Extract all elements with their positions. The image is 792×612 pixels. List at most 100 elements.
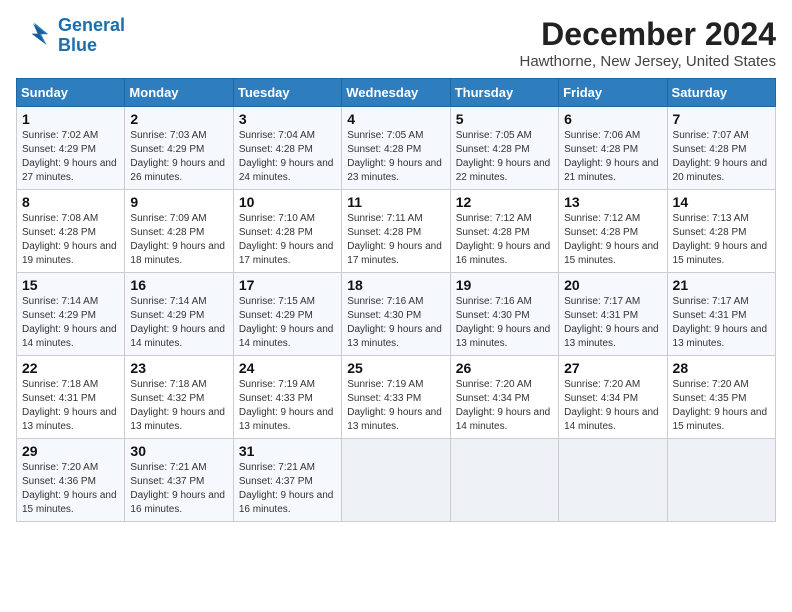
day-info: Sunrise: 7:18 AM Sunset: 4:32 PM Dayligh… [130, 378, 227, 434]
day-info: Sunrise: 7:11 AM Sunset: 4:28 PM Dayligh… [347, 212, 444, 268]
logo: General Blue [16, 16, 125, 56]
day-info: Sunrise: 7:21 AM Sunset: 4:37 PM Dayligh… [239, 461, 336, 517]
calendar-week-row: 22 Sunrise: 7:18 AM Sunset: 4:31 PM Dayl… [17, 356, 776, 439]
day-info: Sunrise: 7:21 AM Sunset: 4:37 PM Dayligh… [130, 461, 227, 517]
day-number: 1 [22, 111, 119, 127]
calendar-day-cell: 9 Sunrise: 7:09 AM Sunset: 4:28 PM Dayli… [125, 190, 233, 273]
day-number: 13 [564, 194, 661, 210]
calendar-day-cell: 23 Sunrise: 7:18 AM Sunset: 4:32 PM Dayl… [125, 356, 233, 439]
day-info: Sunrise: 7:14 AM Sunset: 4:29 PM Dayligh… [22, 295, 119, 351]
day-number: 29 [22, 443, 119, 459]
day-info: Sunrise: 7:20 AM Sunset: 4:36 PM Dayligh… [22, 461, 119, 517]
calendar-day-cell: 12 Sunrise: 7:12 AM Sunset: 4:28 PM Dayl… [450, 190, 558, 273]
day-number: 24 [239, 360, 336, 376]
calendar-day-cell: 5 Sunrise: 7:05 AM Sunset: 4:28 PM Dayli… [450, 107, 558, 190]
logo-line1: General [58, 15, 125, 35]
day-number: 19 [456, 277, 553, 293]
day-number: 7 [673, 111, 770, 127]
calendar-week-row: 1 Sunrise: 7:02 AM Sunset: 4:29 PM Dayli… [17, 107, 776, 190]
calendar-day-cell: 31 Sunrise: 7:21 AM Sunset: 4:37 PM Dayl… [233, 439, 341, 522]
day-info: Sunrise: 7:20 AM Sunset: 4:34 PM Dayligh… [456, 378, 553, 434]
day-number: 20 [564, 277, 661, 293]
subtitle: Hawthorne, New Jersey, United States [519, 53, 776, 70]
day-info: Sunrise: 7:20 AM Sunset: 4:34 PM Dayligh… [564, 378, 661, 434]
day-number: 27 [564, 360, 661, 376]
day-info: Sunrise: 7:19 AM Sunset: 4:33 PM Dayligh… [239, 378, 336, 434]
calendar-day-cell: 20 Sunrise: 7:17 AM Sunset: 4:31 PM Dayl… [559, 273, 667, 356]
day-of-week-header: Saturday [667, 79, 775, 107]
calendar-table: SundayMondayTuesdayWednesdayThursdayFrid… [16, 78, 776, 522]
logo-icon [16, 18, 52, 54]
calendar-day-cell: 26 Sunrise: 7:20 AM Sunset: 4:34 PM Dayl… [450, 356, 558, 439]
main-title: December 2024 [519, 16, 776, 53]
calendar-header-row: SundayMondayTuesdayWednesdayThursdayFrid… [17, 79, 776, 107]
calendar-day-cell: 16 Sunrise: 7:14 AM Sunset: 4:29 PM Dayl… [125, 273, 233, 356]
day-number: 15 [22, 277, 119, 293]
day-info: Sunrise: 7:04 AM Sunset: 4:28 PM Dayligh… [239, 129, 336, 185]
day-number: 2 [130, 111, 227, 127]
day-info: Sunrise: 7:02 AM Sunset: 4:29 PM Dayligh… [22, 129, 119, 185]
calendar-day-cell: 28 Sunrise: 7:20 AM Sunset: 4:35 PM Dayl… [667, 356, 775, 439]
day-number: 28 [673, 360, 770, 376]
calendar-day-cell: 11 Sunrise: 7:11 AM Sunset: 4:28 PM Dayl… [342, 190, 450, 273]
day-number: 10 [239, 194, 336, 210]
calendar-day-cell: 29 Sunrise: 7:20 AM Sunset: 4:36 PM Dayl… [17, 439, 125, 522]
calendar-day-cell: 13 Sunrise: 7:12 AM Sunset: 4:28 PM Dayl… [559, 190, 667, 273]
day-info: Sunrise: 7:12 AM Sunset: 4:28 PM Dayligh… [456, 212, 553, 268]
day-info: Sunrise: 7:18 AM Sunset: 4:31 PM Dayligh… [22, 378, 119, 434]
day-info: Sunrise: 7:16 AM Sunset: 4:30 PM Dayligh… [347, 295, 444, 351]
day-info: Sunrise: 7:16 AM Sunset: 4:30 PM Dayligh… [456, 295, 553, 351]
calendar-day-cell [342, 439, 450, 522]
day-info: Sunrise: 7:08 AM Sunset: 4:28 PM Dayligh… [22, 212, 119, 268]
calendar-day-cell: 17 Sunrise: 7:15 AM Sunset: 4:29 PM Dayl… [233, 273, 341, 356]
calendar-day-cell: 21 Sunrise: 7:17 AM Sunset: 4:31 PM Dayl… [667, 273, 775, 356]
day-number: 26 [456, 360, 553, 376]
calendar-day-cell [450, 439, 558, 522]
day-number: 17 [239, 277, 336, 293]
day-info: Sunrise: 7:15 AM Sunset: 4:29 PM Dayligh… [239, 295, 336, 351]
day-number: 22 [22, 360, 119, 376]
day-info: Sunrise: 7:17 AM Sunset: 4:31 PM Dayligh… [564, 295, 661, 351]
day-info: Sunrise: 7:19 AM Sunset: 4:33 PM Dayligh… [347, 378, 444, 434]
calendar-week-row: 8 Sunrise: 7:08 AM Sunset: 4:28 PM Dayli… [17, 190, 776, 273]
day-number: 16 [130, 277, 227, 293]
calendar-body: 1 Sunrise: 7:02 AM Sunset: 4:29 PM Dayli… [17, 107, 776, 522]
day-number: 31 [239, 443, 336, 459]
day-of-week-header: Monday [125, 79, 233, 107]
day-number: 6 [564, 111, 661, 127]
day-info: Sunrise: 7:05 AM Sunset: 4:28 PM Dayligh… [347, 129, 444, 185]
calendar-day-cell: 2 Sunrise: 7:03 AM Sunset: 4:29 PM Dayli… [125, 107, 233, 190]
calendar-day-cell: 4 Sunrise: 7:05 AM Sunset: 4:28 PM Dayli… [342, 107, 450, 190]
day-number: 12 [456, 194, 553, 210]
day-info: Sunrise: 7:09 AM Sunset: 4:28 PM Dayligh… [130, 212, 227, 268]
calendar-day-cell: 30 Sunrise: 7:21 AM Sunset: 4:37 PM Dayl… [125, 439, 233, 522]
day-number: 5 [456, 111, 553, 127]
day-of-week-header: Friday [559, 79, 667, 107]
calendar-day-cell: 15 Sunrise: 7:14 AM Sunset: 4:29 PM Dayl… [17, 273, 125, 356]
day-info: Sunrise: 7:03 AM Sunset: 4:29 PM Dayligh… [130, 129, 227, 185]
day-number: 18 [347, 277, 444, 293]
day-number: 9 [130, 194, 227, 210]
day-number: 25 [347, 360, 444, 376]
day-of-week-header: Thursday [450, 79, 558, 107]
day-info: Sunrise: 7:13 AM Sunset: 4:28 PM Dayligh… [673, 212, 770, 268]
day-of-week-header: Tuesday [233, 79, 341, 107]
title-block: December 2024 Hawthorne, New Jersey, Uni… [519, 16, 776, 70]
day-info: Sunrise: 7:17 AM Sunset: 4:31 PM Dayligh… [673, 295, 770, 351]
day-number: 11 [347, 194, 444, 210]
calendar-day-cell: 10 Sunrise: 7:10 AM Sunset: 4:28 PM Dayl… [233, 190, 341, 273]
day-info: Sunrise: 7:06 AM Sunset: 4:28 PM Dayligh… [564, 129, 661, 185]
day-info: Sunrise: 7:05 AM Sunset: 4:28 PM Dayligh… [456, 129, 553, 185]
day-info: Sunrise: 7:10 AM Sunset: 4:28 PM Dayligh… [239, 212, 336, 268]
day-number: 8 [22, 194, 119, 210]
calendar-day-cell: 27 Sunrise: 7:20 AM Sunset: 4:34 PM Dayl… [559, 356, 667, 439]
calendar-day-cell: 19 Sunrise: 7:16 AM Sunset: 4:30 PM Dayl… [450, 273, 558, 356]
day-info: Sunrise: 7:14 AM Sunset: 4:29 PM Dayligh… [130, 295, 227, 351]
day-of-week-header: Sunday [17, 79, 125, 107]
calendar-day-cell: 6 Sunrise: 7:06 AM Sunset: 4:28 PM Dayli… [559, 107, 667, 190]
day-info: Sunrise: 7:20 AM Sunset: 4:35 PM Dayligh… [673, 378, 770, 434]
day-number: 23 [130, 360, 227, 376]
calendar-day-cell: 14 Sunrise: 7:13 AM Sunset: 4:28 PM Dayl… [667, 190, 775, 273]
day-number: 21 [673, 277, 770, 293]
calendar-day-cell: 25 Sunrise: 7:19 AM Sunset: 4:33 PM Dayl… [342, 356, 450, 439]
